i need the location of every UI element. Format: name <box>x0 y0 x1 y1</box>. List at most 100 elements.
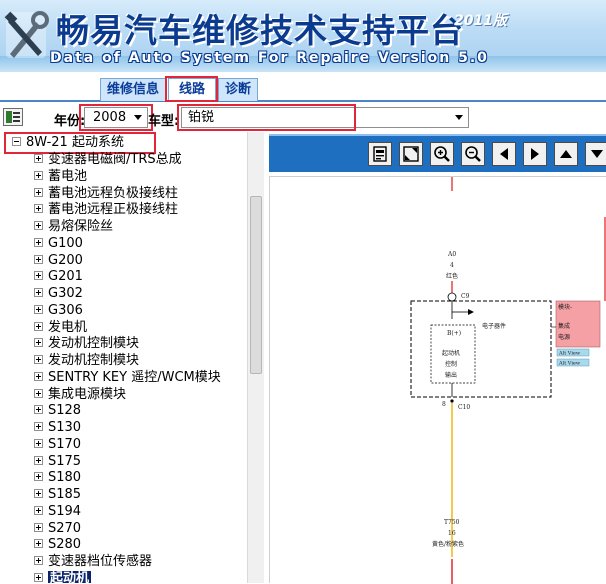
arrow-right-icon <box>531 148 539 160</box>
zoom-out-button[interactable] <box>461 142 485 166</box>
pan-left-button[interactable] <box>492 142 516 166</box>
print-button[interactable] <box>368 142 392 166</box>
tree-item[interactable]: 发动机控制模块 <box>34 336 246 353</box>
relay-line-2: 控制 <box>445 360 457 368</box>
tree-item[interactable]: S128 <box>34 403 246 420</box>
bottom-wire-num: 16 <box>448 530 456 537</box>
expand-icon[interactable] <box>34 288 43 297</box>
tree-toggle-icon[interactable] <box>3 108 23 126</box>
collapse-icon[interactable] <box>12 137 21 146</box>
wiring-diagram-canvas[interactable]: A0 4 红色 C9 电子器件 B(+) 起动机 控制 输出 8 C10 T75… <box>269 176 606 584</box>
diagram-pane: A0 4 红色 C9 电子器件 B(+) 起动机 控制 输出 8 C10 T75… <box>265 132 606 584</box>
tree-item-label: 发动机控制模块 <box>48 353 140 368</box>
tree-item[interactable]: 集成电源模块 <box>34 387 246 404</box>
tree-item-label: S180 <box>48 470 82 486</box>
tab-diagnosis[interactable]: 诊断 <box>218 78 258 101</box>
expand-icon[interactable] <box>34 438 43 448</box>
expand-icon[interactable] <box>34 489 43 498</box>
tree-item[interactable]: S194 <box>34 504 246 521</box>
tree-item-label: S194 <box>48 503 82 519</box>
model-select[interactable]: 铂锐 <box>181 107 469 128</box>
year-select[interactable]: 2008 <box>84 107 148 128</box>
bottom-pin: 8 <box>442 401 446 408</box>
expand-icon[interactable] <box>34 522 43 532</box>
module-line-2: 集成 <box>558 322 570 330</box>
tree-item[interactable]: 发电机 <box>34 320 246 337</box>
tree-root-label: 8W-21 起动系统 <box>26 135 124 150</box>
tree-item[interactable]: S270 <box>34 521 246 538</box>
tree-item[interactable]: G200 <box>34 253 246 270</box>
tree-item-label: 变速器档位传感器 <box>48 554 153 569</box>
expand-icon[interactable] <box>34 371 43 381</box>
expand-icon[interactable] <box>34 388 43 398</box>
tree-item[interactable]: 起动机 <box>34 570 246 583</box>
tree-item-label: 变速器电磁阀/TRS总成 <box>48 152 182 167</box>
tree-item[interactable]: 蓄电池远程负极接线柱 <box>34 186 246 203</box>
tree-item[interactable]: G306 <box>34 303 246 320</box>
expand-icon[interactable] <box>34 237 43 247</box>
tree-item[interactable]: S185 <box>34 487 246 504</box>
expand-icon[interactable] <box>34 355 43 364</box>
tree-item[interactable]: 蓄电池远程正极接线柱 <box>34 202 246 219</box>
wiring-diagram: A0 4 红色 C9 电子器件 B(+) 起动机 控制 输出 8 C10 T75… <box>410 177 606 584</box>
tree-item[interactable]: S175 <box>34 454 246 471</box>
expand-icon[interactable] <box>34 505 43 515</box>
tree-item[interactable]: 易熔保险丝 <box>34 219 246 236</box>
tree-item[interactable]: 变速器电磁阀/TRS总成 <box>34 152 246 169</box>
arrow-left-icon <box>500 148 508 160</box>
pin-label: B(+) <box>447 330 461 337</box>
expand-icon[interactable] <box>34 187 43 197</box>
expand-icon[interactable] <box>34 304 43 314</box>
version-badge: 2011版 <box>454 13 507 29</box>
expand-icon[interactable] <box>34 321 43 331</box>
tab-repair-info[interactable]: 维修信息 <box>100 78 166 101</box>
pan-down-button[interactable] <box>585 142 606 166</box>
pan-right-button[interactable] <box>523 142 547 166</box>
expand-icon[interactable] <box>34 405 43 415</box>
tree-item[interactable]: 变速器档位传感器 <box>34 554 246 571</box>
tree-item-label: 蓄电池远程负极接线柱 <box>48 185 179 201</box>
tree-item[interactable]: SENTRY KEY 遥控/WCM模块 <box>34 370 246 387</box>
tree-scrollbar[interactable] <box>247 132 264 583</box>
tree-item[interactable]: 发动机控制模块 <box>34 353 246 370</box>
tree-item-label: G200 <box>48 252 83 268</box>
expand-icon[interactable] <box>34 539 43 549</box>
tree-item[interactable]: G100 <box>34 236 246 253</box>
tree-item[interactable]: G201 <box>34 269 246 286</box>
arrow-marker <box>468 309 474 315</box>
expand-icon[interactable] <box>34 572 43 582</box>
expand-icon[interactable] <box>34 204 43 214</box>
tree-item-label: S185 <box>48 487 82 502</box>
tree-scroll-thumb[interactable] <box>250 196 262 374</box>
zoom-in-button[interactable] <box>430 142 454 166</box>
tab-wiring[interactable]: 线路 <box>168 78 216 101</box>
expand-icon[interactable] <box>34 221 43 230</box>
zoom-out-icon <box>465 146 481 162</box>
tree-item-label: G201 <box>48 269 83 285</box>
tree-item[interactable]: 蓄电池 <box>34 169 246 186</box>
tree-item-label: G306 <box>48 302 83 318</box>
module-line-1: 模块- <box>558 303 572 311</box>
tree-item[interactable]: G302 <box>34 286 246 303</box>
tree-item[interactable]: S280 <box>34 537 246 554</box>
alt-view-text-1: Alt View <box>558 351 581 357</box>
pan-up-button[interactable] <box>554 142 578 166</box>
bottom-wire-color: 黄色/粉紫色 <box>432 540 464 548</box>
expand-icon[interactable] <box>34 472 43 482</box>
tree-root-node[interactable]: 8W-21 起动系统 <box>12 134 124 152</box>
expand-icon[interactable] <box>34 271 43 281</box>
expand-icon[interactable] <box>34 422 43 431</box>
expand-icon[interactable] <box>34 455 43 465</box>
fullscreen-button[interactable] <box>399 142 423 166</box>
tree-list: 变速器电磁阀/TRS总成蓄电池 蓄电池远程负极接线柱 蓄电池远程正极接线柱 易熔保险丝… <box>34 152 246 583</box>
expand-icon[interactable] <box>34 154 43 163</box>
tree-toggle-glyph-icon <box>6 111 20 123</box>
tree-item[interactable]: S180 <box>34 470 246 487</box>
tree-item[interactable]: S130 <box>34 420 246 437</box>
connector-pin <box>447 292 457 302</box>
tree-item[interactable]: S170 <box>34 437 246 454</box>
expand-icon[interactable] <box>34 170 43 180</box>
expand-icon[interactable] <box>34 556 43 565</box>
expand-icon[interactable] <box>34 254 43 264</box>
expand-icon[interactable] <box>34 338 43 348</box>
